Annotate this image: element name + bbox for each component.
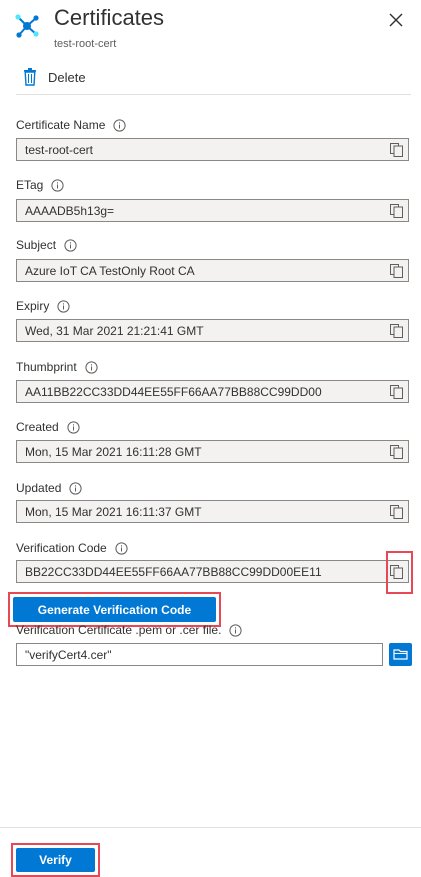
browse-button[interactable] xyxy=(389,643,412,666)
info-icon[interactable] xyxy=(67,420,80,434)
field-label-created: Created xyxy=(16,420,80,434)
folder-icon xyxy=(393,649,408,660)
delete-button[interactable]: Delete xyxy=(22,66,86,88)
page-subtitle: test-root-cert xyxy=(54,38,117,50)
generate-verification-code-button[interactable]: Generate Verification Code xyxy=(13,597,216,622)
info-icon[interactable] xyxy=(69,481,82,495)
subject-field[interactable]: Azure IoT CA TestOnly Root CA xyxy=(16,259,409,282)
copy-icon[interactable] xyxy=(390,445,403,459)
certificate-name-field[interactable]: test-root-cert xyxy=(16,138,409,161)
info-icon[interactable] xyxy=(64,238,77,252)
field-label-etag: ETag xyxy=(16,178,64,192)
verify-button[interactable]: Verify xyxy=(16,848,95,872)
field-label-verification-code: Verification Code xyxy=(16,541,128,555)
field-label-thumbprint: Thumbprint xyxy=(16,360,98,374)
copy-icon[interactable] xyxy=(390,385,403,399)
copy-icon[interactable] xyxy=(390,264,403,278)
field-label-certificate-name: Certificate Name xyxy=(16,118,126,132)
close-icon[interactable] xyxy=(386,10,406,30)
copy-highlight xyxy=(386,551,413,594)
info-icon[interactable] xyxy=(113,118,126,132)
updated-field[interactable]: Mon, 15 Mar 2021 16:11:37 GMT xyxy=(16,500,409,523)
blade-header: Certificates test-root-cert xyxy=(0,0,421,60)
copy-icon[interactable] xyxy=(390,505,403,519)
verification-file-input[interactable]: "verifyCert4.cer" xyxy=(16,643,383,666)
blade-footer-divider xyxy=(0,827,421,828)
iot-hub-icon xyxy=(15,14,39,38)
info-icon[interactable] xyxy=(85,360,98,374)
info-icon[interactable] xyxy=(115,541,128,555)
trash-icon xyxy=(24,68,36,86)
delete-label: Delete xyxy=(48,69,86,85)
copy-icon[interactable] xyxy=(390,324,403,338)
field-label-expiry: Expiry xyxy=(16,299,70,313)
etag-field[interactable]: AAAADB5h13g= xyxy=(16,199,409,222)
field-label-subject: Subject xyxy=(16,238,77,252)
created-field[interactable]: Mon, 15 Mar 2021 16:11:28 GMT xyxy=(16,440,409,463)
info-icon[interactable] xyxy=(51,178,64,192)
expiry-field[interactable]: Wed, 31 Mar 2021 21:21:41 GMT xyxy=(16,319,409,342)
info-icon[interactable] xyxy=(229,623,243,637)
copy-icon[interactable] xyxy=(390,204,403,218)
verification-code-field[interactable]: BB22CC33DD44EE55FF66AA77BB88CC99DD00EE11 xyxy=(16,560,409,583)
command-bar: Delete xyxy=(16,62,411,95)
thumbprint-field[interactable]: AA11BB22CC33DD44EE55FF66AA77BB88CC99DD00 xyxy=(16,380,409,403)
copy-icon[interactable] xyxy=(390,143,403,157)
field-label-updated: Updated xyxy=(16,481,82,495)
page-title: Certificates xyxy=(54,5,165,30)
info-icon[interactable] xyxy=(57,299,70,313)
field-label-verification-certificate: Verification Certificate .pem or .cer fi… xyxy=(16,623,243,637)
